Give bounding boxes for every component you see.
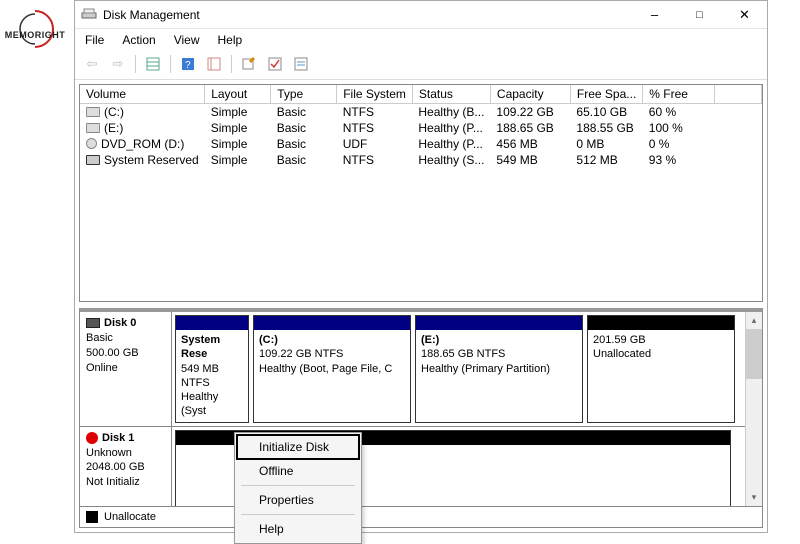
window-title: Disk Management [103, 8, 632, 22]
col-status[interactable]: Status [412, 85, 490, 104]
legend-swatch-unallocated [86, 511, 98, 523]
content-area: Volume Layout Type File System Status Ca… [75, 80, 767, 532]
table-header-row: Volume Layout Type File System Status Ca… [80, 85, 762, 104]
menu-view[interactable]: View [172, 31, 202, 49]
volume-icon [86, 138, 97, 149]
toolbar: ⇦ ⇨ ? [75, 51, 767, 80]
col-filesystem[interactable]: File System [337, 85, 413, 104]
context-menu: Initialize DiskOffline Properties Help [234, 432, 362, 544]
partition-body: (E:)188.65 GB NTFSHealthy (Primary Parti… [416, 330, 582, 379]
context-menu-item[interactable]: Properties [237, 488, 359, 512]
partition[interactable]: 201.59 GBUnallocated [587, 315, 735, 423]
menubar: File Action View Help [75, 29, 767, 51]
logo-text: MEMORIGHT [2, 30, 68, 40]
settings-button[interactable] [203, 53, 225, 75]
menu-separator [241, 485, 355, 486]
minimize-button[interactable] [632, 1, 677, 29]
volume-table: Volume Layout Type File System Status Ca… [80, 85, 762, 168]
col-capacity[interactable]: Capacity [490, 85, 570, 104]
table-row[interactable]: (E:)SimpleBasicNTFSHealthy (P...188.65 G… [80, 120, 762, 136]
disk-icon [86, 432, 98, 444]
partition-header [588, 316, 734, 330]
partition-header [254, 316, 410, 330]
col-layout[interactable]: Layout [205, 85, 271, 104]
col-volume[interactable]: Volume [80, 85, 205, 104]
scroll-down-arrow[interactable]: ▾ [746, 489, 762, 506]
partition-header [416, 316, 582, 330]
menu-action[interactable]: Action [120, 31, 157, 49]
table-row[interactable]: DVD_ROM (D:)SimpleBasicUDFHealthy (P...4… [80, 136, 762, 152]
toolbar-separator [231, 55, 232, 73]
disk-info[interactable]: Disk 0Basic500.00 GBOnline [80, 312, 172, 426]
menu-file[interactable]: File [83, 31, 106, 49]
col-spacer [715, 85, 762, 104]
disk-rows: Disk 0Basic500.00 GBOnlineSystem Rese549… [80, 312, 745, 506]
partition-header [176, 316, 248, 330]
partition-body: (C:)109.22 GB NTFSHealthy (Boot, Page Fi… [254, 330, 410, 379]
svg-text:?: ? [185, 60, 191, 71]
toolbar-separator [170, 55, 171, 73]
disk-row: Disk 1Unknown2048.00 GBNot Initializ [80, 427, 745, 506]
table-row[interactable]: System ReservedSimpleBasicNTFSHealthy (S… [80, 152, 762, 168]
partition-body: 201.59 GBUnallocated [588, 330, 734, 365]
volume-list[interactable]: Volume Layout Type File System Status Ca… [79, 84, 763, 302]
disk-icon [86, 318, 100, 328]
menu-separator [241, 514, 355, 515]
disk-graphic-pane: Disk 0Basic500.00 GBOnlineSystem Rese549… [79, 308, 763, 507]
table-row[interactable]: (C:)SimpleBasicNTFSHealthy (B...109.22 G… [80, 104, 762, 121]
view-list-button[interactable] [142, 53, 164, 75]
disk-row: Disk 0Basic500.00 GBOnlineSystem Rese549… [80, 312, 745, 427]
forward-button[interactable]: ⇨ [107, 53, 129, 75]
toolbar-separator [135, 55, 136, 73]
back-button[interactable]: ⇦ [81, 53, 103, 75]
check-button[interactable] [264, 53, 286, 75]
list-button[interactable] [290, 53, 312, 75]
volume-icon [86, 107, 100, 117]
logo-icon [14, 8, 56, 50]
scroll-thumb[interactable] [746, 329, 763, 379]
action-button[interactable] [238, 53, 260, 75]
legend: Unallocate [79, 507, 763, 528]
col-pctfree[interactable]: % Free [643, 85, 715, 104]
legend-label: Unallocate [104, 511, 156, 523]
window-controls [632, 1, 767, 29]
volume-icon [86, 123, 100, 133]
close-button[interactable] [722, 1, 767, 29]
col-free[interactable]: Free Spa... [570, 85, 642, 104]
partition[interactable]: (E:)188.65 GB NTFSHealthy (Primary Parti… [415, 315, 583, 423]
partition[interactable]: System Rese549 MB NTFSHealthy (Syst [175, 315, 249, 423]
context-menu-item[interactable]: Offline [237, 459, 359, 483]
col-type[interactable]: Type [271, 85, 337, 104]
brand-logo: MEMORIGHT [2, 8, 68, 40]
partition[interactable]: (C:)109.22 GB NTFSHealthy (Boot, Page Fi… [253, 315, 411, 423]
volume-icon [86, 155, 100, 165]
app-icon [81, 7, 97, 23]
disk-partitions: System Rese549 MB NTFSHealthy (Syst(C:)1… [172, 312, 745, 426]
scroll-up-arrow[interactable]: ▴ [746, 312, 762, 329]
context-menu-item[interactable]: Help [237, 517, 359, 541]
titlebar: Disk Management [75, 1, 767, 29]
help-button[interactable]: ? [177, 53, 199, 75]
vertical-scrollbar[interactable]: ▴ ▾ [745, 312, 762, 506]
disk-info[interactable]: Disk 1Unknown2048.00 GBNot Initializ [80, 427, 172, 506]
disk-management-window: Disk Management File Action View Help ⇦ … [74, 0, 768, 533]
partition-body: System Rese549 MB NTFSHealthy (Syst [176, 330, 248, 422]
maximize-button[interactable] [677, 1, 722, 29]
menu-help[interactable]: Help [216, 31, 245, 49]
context-menu-item[interactable]: Initialize Disk [237, 435, 359, 459]
